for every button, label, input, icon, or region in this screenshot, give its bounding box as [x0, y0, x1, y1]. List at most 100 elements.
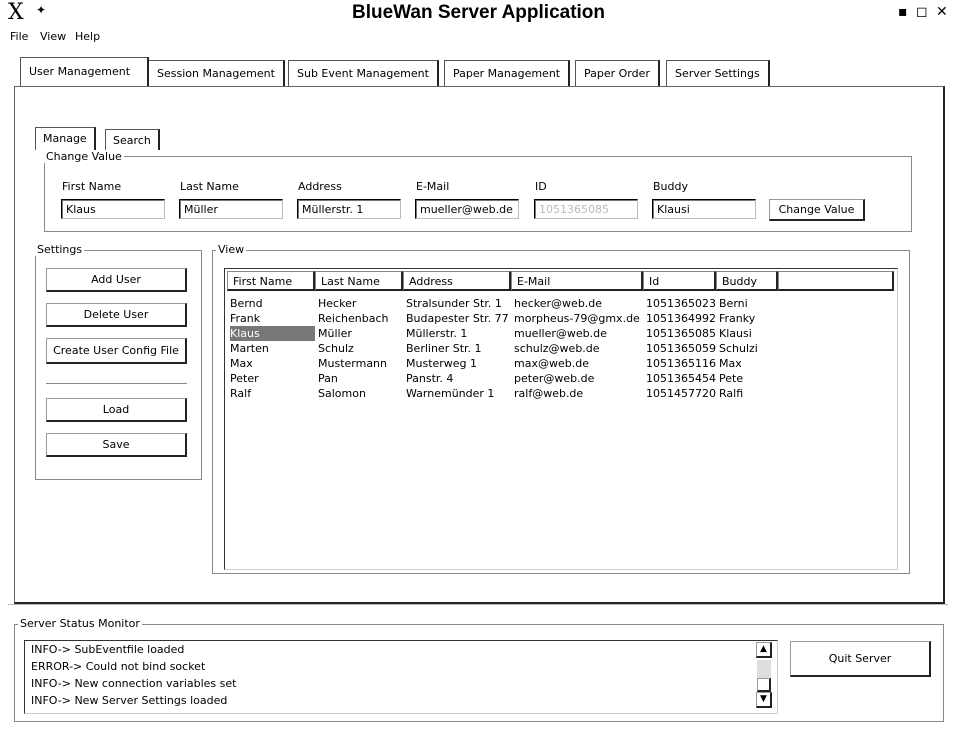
change-value-button[interactable]: Change Value	[769, 199, 865, 221]
scroll-down-icon[interactable]: ▼	[756, 692, 772, 708]
buddy-field[interactable]: Klausi	[652, 199, 756, 219]
table-row[interactable]: Max Mustermann Musterweg 1 max@web.de 105136…	[227, 356, 895, 371]
table-cell: hecker@web.de	[514, 297, 603, 310]
table-cell: 1051365116	[646, 357, 716, 370]
first-name-field[interactable]: Klaus	[61, 199, 165, 219]
table-cell: Bernd	[230, 297, 263, 310]
column-header-first-name[interactable]: First Name	[227, 271, 315, 291]
subtab-manage[interactable]: Manage	[35, 127, 96, 150]
menu-help[interactable]: Help	[75, 30, 100, 43]
table-cell: ralf@web.de	[514, 387, 584, 400]
tab-session-management[interactable]: Session Management	[148, 60, 285, 86]
scroll-up-icon[interactable]: ▲	[756, 642, 772, 658]
tab-user-management[interactable]: User Management	[20, 57, 149, 86]
settings-group-label: Settings	[35, 243, 85, 256]
tab-sub-event-management[interactable]: Sub Event Management	[288, 60, 439, 86]
table-cell: Berliner Str. 1	[406, 342, 482, 355]
table-cell: Reichenbach	[318, 312, 389, 325]
table-cell: Budapester Str. 77	[406, 312, 509, 325]
table-cell: Mustermann	[318, 357, 388, 370]
address-label: Address	[298, 180, 342, 193]
table-cell: mueller@web.de	[514, 327, 607, 340]
email-field[interactable]: mueller@web.de	[415, 199, 519, 219]
table-cell: Max	[230, 357, 253, 370]
status-line: INFO-> SubEventfile loaded	[31, 643, 185, 656]
maximize-icon[interactable]: ◻	[916, 4, 928, 20]
table-cell: Warnemünder 1	[406, 387, 495, 400]
delete-user-button[interactable]: Delete User	[46, 303, 187, 327]
column-header-email[interactable]: E-Mail	[511, 271, 643, 291]
status-monitor-group-label: Server Status Monitor	[18, 617, 142, 630]
user-table[interactable]: First Name Last Name Address E-Mail Id B…	[224, 268, 898, 570]
add-user-button[interactable]: Add User	[46, 268, 187, 292]
table-cell: Müllerstr. 1	[406, 327, 468, 340]
email-label: E-Mail	[416, 180, 450, 193]
table-cell: Stralsunder Str. 1	[406, 297, 502, 310]
table-cell: 1051365454	[646, 372, 716, 385]
status-log-list[interactable]: INFO-> SubEventfile loaded ERROR-> Could…	[24, 640, 778, 714]
table-row[interactable]: Marten Schulz Berliner Str. 1 schulz@web.de…	[227, 341, 895, 356]
tab-label: Sub Event Management	[297, 67, 429, 80]
column-header-id[interactable]: Id	[643, 271, 716, 291]
subtab-label: Manage	[43, 132, 87, 145]
title-bar: X ✦ BlueWan Server Application ▪ ◻ ✕	[0, 0, 957, 27]
create-user-config-file-button[interactable]: Create User Config File	[46, 338, 187, 364]
table-row[interactable]: Klaus Müller Müllerstr. 1 mueller@web.de 105…	[227, 326, 895, 341]
settings-divider	[46, 383, 187, 385]
address-field[interactable]: Müllerstr. 1	[297, 199, 401, 219]
column-header-last-name[interactable]: Last Name	[315, 271, 403, 291]
table-row[interactable]: Peter Pan Panstr. 4 peter@web.de 1051365454 P…	[227, 371, 895, 386]
table-cell: Berni	[719, 297, 748, 310]
view-group-label: View	[216, 243, 247, 256]
table-cell: Panstr. 4	[406, 372, 454, 385]
table-cell: peter@web.de	[514, 372, 595, 385]
scroll-track[interactable]	[757, 660, 771, 678]
quit-server-button[interactable]: Quit Server	[790, 641, 931, 677]
first-name-label: First Name	[62, 180, 122, 193]
table-cell: Frank	[230, 312, 261, 325]
column-header-empty	[778, 271, 894, 291]
id-field: 1051365085	[534, 199, 638, 219]
table-cell: 1051365085	[646, 327, 716, 340]
table-row[interactable]: Ralf Salomon Warnemünder 1 ralf@web.de 10514…	[227, 386, 895, 401]
table-cell: Klausi	[719, 327, 752, 340]
column-header-buddy[interactable]: Buddy	[716, 271, 778, 291]
window-title: BlueWan Server Application	[351, 2, 606, 23]
table-row[interactable]: Frank Reichenbach Budapester Str. 77 morphe…	[227, 311, 895, 326]
buddy-label: Buddy	[653, 180, 688, 193]
tab-label: Server Settings	[675, 67, 760, 80]
table-cell: Max	[719, 357, 742, 370]
table-cell: Müller	[318, 327, 352, 340]
last-name-label: Last Name	[180, 180, 239, 193]
menu-file[interactable]: File	[10, 30, 28, 43]
table-cell: morpheus-79@gmx.de	[514, 312, 640, 325]
tab-label: Session Management	[157, 67, 275, 80]
save-button[interactable]: Save	[46, 433, 187, 457]
subtab-search[interactable]: Search	[105, 129, 160, 150]
load-button[interactable]: Load	[46, 398, 187, 422]
table-cell: Schulzi	[719, 342, 758, 355]
menu-view[interactable]: View	[40, 30, 66, 43]
status-line: ERROR-> Could not bind socket	[31, 660, 206, 673]
table-cell: Ralf	[230, 387, 252, 400]
table-cell: schulz@web.de	[514, 342, 600, 355]
table-cell: 1051364992	[646, 312, 716, 325]
tab-paper-management[interactable]: Paper Management	[444, 60, 571, 86]
table-cell: Klaus	[230, 326, 315, 341]
minimize-icon[interactable]: ▪	[898, 4, 908, 20]
table-cell: Ralfi	[719, 387, 744, 400]
table-row[interactable]: Bernd Hecker Stralsunder Str. 1 hecker@web.…	[227, 296, 895, 311]
table-cell: 1051365059	[646, 342, 716, 355]
tab-paper-order[interactable]: Paper Order	[575, 60, 660, 86]
status-line: INFO-> New connection variables set	[31, 677, 237, 690]
id-label: ID	[535, 180, 547, 193]
tab-server-settings[interactable]: Server Settings	[666, 60, 770, 86]
table-cell: max@web.de	[514, 357, 589, 370]
table-cell: Peter	[230, 372, 259, 385]
close-icon[interactable]: ✕	[936, 4, 948, 20]
scroll-thumb[interactable]	[757, 678, 771, 692]
last-name-field[interactable]: Müller	[179, 199, 283, 219]
table-cell: Musterweg 1	[406, 357, 478, 370]
column-header-address[interactable]: Address	[403, 271, 511, 291]
window-separator	[8, 604, 948, 605]
